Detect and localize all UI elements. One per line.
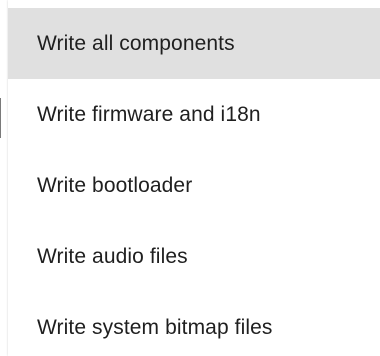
menu-item-label: Write bootloader [37, 173, 193, 197]
menu-item-write-bootloader[interactable]: Write bootloader [8, 150, 380, 221]
menu-item-write-audio-files[interactable]: Write audio files [8, 221, 380, 292]
background-edge [0, 98, 1, 138]
menu-item-write-all-components[interactable]: Write all components [8, 8, 380, 79]
menu-item-label: Write firmware and i18n [37, 102, 261, 126]
menu-item-write-system-bitmap-files[interactable]: Write system bitmap files [8, 292, 380, 356]
menu-item-label: Write system bitmap files [37, 315, 273, 339]
menu-item-write-firmware-and-i18n[interactable]: Write firmware and i18n [8, 79, 380, 150]
write-options-menu: Write all components Write firmware and … [8, 0, 380, 356]
menu-item-label: Write audio files [37, 244, 188, 268]
menu-item-label: Write all components [37, 31, 235, 55]
